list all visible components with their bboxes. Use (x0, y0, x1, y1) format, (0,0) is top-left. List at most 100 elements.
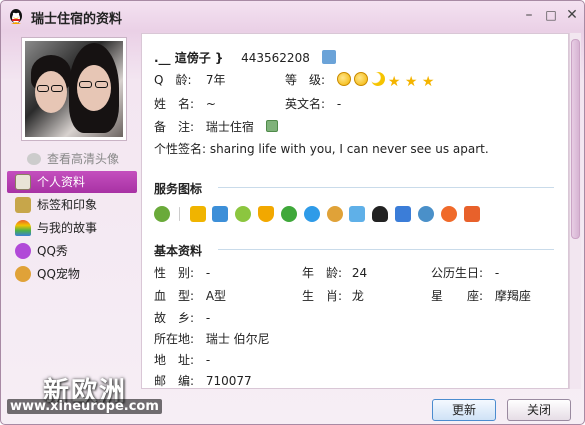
address-row: 地 址: - (154, 351, 210, 368)
shield-icon[interactable] (258, 206, 275, 222)
remark-value: 瑞士住宿 (205, 120, 254, 134)
vertical-scrollbar[interactable] (569, 33, 581, 389)
signature-label: 个性签名: (154, 142, 207, 156)
birthday-value: - (494, 266, 500, 280)
location-row: 所在地: 瑞士 伯尔尼 (154, 330, 270, 347)
basic-info-heading: 基本资料 (154, 244, 203, 258)
scrollbar-thumb[interactable] (571, 39, 580, 239)
smile-icon[interactable] (235, 206, 252, 222)
qzone-icon[interactable] (212, 206, 229, 222)
english-name-value: - (336, 97, 342, 111)
nav-item-qq-pet[interactable]: QQ宠物 (7, 263, 137, 285)
age-label: 年 龄: (302, 266, 343, 280)
view-hd-avatar-label: 查看高清头像 (47, 152, 120, 166)
moon-level-icon (370, 72, 385, 86)
service-icons-heading: 服务图标 (154, 182, 203, 196)
hometown-row: 故 乡: - (154, 309, 210, 326)
camera-icon[interactable] (417, 206, 434, 222)
gender-value: - (205, 266, 211, 280)
nav-item-label: QQ宠物 (37, 267, 80, 281)
gender-label: 性 别: (154, 266, 195, 280)
contact-card-icon[interactable] (321, 50, 336, 64)
left-panel: 查看高清头像 个人资料 标签和印象 与我的故事 QQ秀 QQ宠物 (7, 33, 139, 388)
avatar[interactable] (21, 37, 127, 141)
qq-pet-icon (15, 266, 31, 282)
star-level-icon: ★ (404, 74, 418, 90)
nav-item-tags[interactable]: 标签和印象 (7, 194, 137, 216)
birthday-label: 公历生日: (431, 266, 484, 280)
qq-show-icon (15, 243, 31, 259)
minimize-button[interactable]: – (519, 6, 539, 24)
level-icons[interactable]: ★ ★ ★ (336, 72, 439, 90)
game-icon[interactable] (440, 206, 457, 222)
side-nav: 个人资料 标签和印象 与我的故事 QQ秀 QQ宠物 (7, 171, 137, 286)
photo-icon[interactable] (395, 206, 412, 222)
service-icons-row (154, 206, 483, 222)
sun-level-icon (336, 72, 351, 86)
zodiac-row: 生 肖: 龙 (302, 287, 364, 304)
level-row: 等 级: ★ ★ ★ (285, 71, 439, 89)
zip-row: 邮 编: 710077 (154, 372, 252, 388)
section-divider (218, 187, 554, 188)
birthday-row: 公历生日: - (431, 264, 499, 281)
edit-remark-icon[interactable] (265, 120, 278, 132)
location-label: 所在地: (154, 332, 195, 346)
constellation-label: 星 座: (431, 289, 484, 303)
nav-item-qq-show[interactable]: QQ秀 (7, 240, 137, 262)
rainbow-icon (15, 220, 31, 236)
nav-item-label: 标签和印象 (37, 198, 98, 212)
zodiac-label: 生 肖: (302, 289, 343, 303)
maximize-button[interactable]: □ (541, 6, 561, 24)
blood-type-value: A型 (205, 289, 227, 303)
nav-item-story[interactable]: 与我的故事 (7, 217, 137, 239)
penguin-icon[interactable] (372, 206, 389, 222)
view-hd-avatar-link[interactable]: 查看高清头像 (27, 150, 119, 167)
signature-value: sharing life with you, I can never see u… (209, 142, 489, 156)
gender-row: 性 别: - (154, 264, 210, 281)
pet-icon[interactable] (326, 206, 343, 222)
nav-item-personal-info[interactable]: 个人资料 (7, 171, 137, 193)
refresh-button[interactable]: 更新 (432, 399, 496, 421)
watermark: 新欧洲 www.xineurope.com (7, 371, 162, 421)
constellation-value: 摩羯座 (494, 289, 531, 303)
hometown-label: 故 乡: (154, 311, 195, 325)
level-label: 等 级: (285, 73, 326, 87)
constellation-row: 星 座: 摩羯座 (431, 287, 531, 304)
address-value: - (205, 353, 211, 367)
close-button[interactable]: 关闭 (507, 399, 571, 421)
nav-item-label: 个人资料 (37, 175, 86, 189)
remark-row: 备 注: 瑞士住宿 (154, 118, 278, 135)
star-service-icon[interactable] (189, 206, 206, 222)
spin-icon[interactable] (303, 206, 320, 222)
camera-icon (27, 153, 41, 165)
house-icon[interactable] (349, 206, 366, 222)
hometown-value: - (205, 311, 211, 325)
title-bar[interactable]: 瑞士住宿的资料 – □ ✕ (1, 1, 584, 33)
star-level-icon: ★ (387, 74, 401, 90)
age-value: 24 (351, 266, 368, 280)
location-value: 瑞士 伯尔尼 (205, 332, 270, 346)
qq-age-value: 7年 (205, 73, 226, 87)
nickname-row: .__ 這傍子 } 443562208 (154, 49, 336, 66)
close-window-button[interactable]: ✕ (562, 6, 582, 24)
star-level-icon: ★ (421, 74, 435, 90)
qq-age-label: Q 龄: (154, 73, 192, 87)
profile-content: .__ 這傍子 } 443562208 Q 龄: 7年 等 级: ★ ★ ★ 姓 名… (141, 33, 569, 389)
tag-icon (15, 197, 31, 213)
avatar-photo (25, 41, 123, 137)
clover-icon[interactable] (280, 206, 297, 222)
name-row: 姓 名: ~ (154, 95, 216, 112)
remark-label: 备 注: (154, 120, 195, 134)
vip-icon[interactable] (154, 206, 170, 222)
sun-level-icon (353, 72, 368, 86)
profile-card-icon (15, 174, 31, 190)
home-icon[interactable] (463, 206, 480, 222)
age-row: 年 龄: 24 (302, 264, 367, 281)
blood-type-label: 血 型: (154, 289, 195, 303)
qq-penguin-icon (10, 9, 22, 24)
nav-item-label: 与我的故事 (37, 221, 98, 235)
profile-window: 瑞士住宿的资料 – □ ✕ 查看高清头像 个人资料 标签和印象 与我的故事 QQ… (0, 0, 585, 425)
zip-value: 710077 (205, 374, 252, 388)
window-title: 瑞士住宿的资料 (31, 12, 123, 27)
signature-row: 个性签名: sharing life with you, I can never… (154, 140, 489, 157)
